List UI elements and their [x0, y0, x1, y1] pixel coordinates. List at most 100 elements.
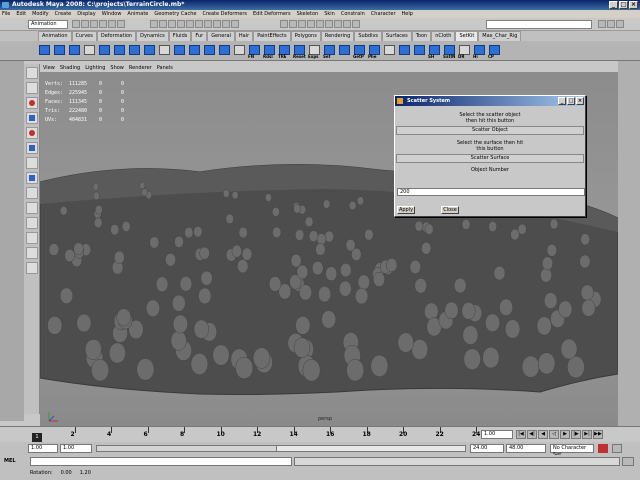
snap-curve-icon[interactable]: [289, 20, 297, 28]
viewport-menu-lighting[interactable]: Lighting: [85, 64, 105, 72]
dialog-minimize-button[interactable]: _: [558, 97, 566, 105]
animation-start-field[interactable]: 1.00: [28, 444, 58, 453]
shelf-button-icon[interactable]: Reset: [293, 44, 306, 59]
persp-outliner-layout-icon[interactable]: [26, 217, 38, 229]
shelf-button-icon[interactable]: Exps: [308, 44, 321, 59]
ipr-render-icon[interactable]: [343, 20, 351, 28]
shelf-tab-hair[interactable]: Hair: [234, 31, 254, 41]
close-window-button[interactable]: ×: [629, 1, 638, 9]
viewport-menu-renderer[interactable]: Renderer: [129, 64, 152, 72]
shelf-button-icon[interactable]: CP: [488, 44, 501, 59]
shelf-tab-general[interactable]: General: [207, 31, 235, 41]
menu-skeleton[interactable]: Skeleton: [297, 10, 319, 18]
persp-graph-layout-icon[interactable]: [26, 232, 38, 244]
go-to-start-icon[interactable]: |◀: [516, 430, 526, 439]
menu-window[interactable]: Window: [102, 10, 122, 18]
render-frame-icon[interactable]: [334, 20, 342, 28]
save-scene-icon[interactable]: [90, 20, 98, 28]
select-component-icon[interactable]: [117, 20, 125, 28]
current-frame-marker[interactable]: 1: [32, 433, 42, 442]
shelf-button-icon[interactable]: DR: [458, 44, 471, 59]
play-back-icon[interactable]: ◁: [549, 430, 559, 439]
menu-edit[interactable]: Edit: [16, 10, 26, 18]
last-tool-icon[interactable]: [26, 172, 38, 184]
shelf-button-icon[interactable]: [398, 44, 411, 58]
mask-misc-icon[interactable]: [213, 20, 221, 28]
shelf-button-icon[interactable]: [203, 44, 216, 58]
lasso-tool-icon[interactable]: [26, 82, 38, 94]
playback-end-field[interactable]: 24.00: [470, 444, 504, 453]
open-scene-icon[interactable]: [81, 20, 89, 28]
menu-character[interactable]: Character: [371, 10, 396, 18]
menu-edit-deformers[interactable]: Edit Deformers: [253, 10, 291, 18]
shelf-button-icon[interactable]: Rdsl: [263, 44, 276, 59]
highlight-selection-icon[interactable]: [231, 20, 239, 28]
menu-animate[interactable]: Animate: [127, 10, 148, 18]
dialog-title-bar[interactable]: Scatter System _ □ ×: [395, 96, 585, 106]
menu-geometry-cache[interactable]: Geometry Cache: [154, 10, 196, 18]
shelf-button-icon[interactable]: SH: [428, 44, 441, 59]
show-attribute-editor-icon[interactable]: [607, 20, 615, 28]
render-globals-icon[interactable]: [352, 20, 360, 28]
hypershade-layout-icon[interactable]: [26, 247, 38, 259]
manipulator-tool-icon[interactable]: [26, 157, 38, 169]
menu-set-dropdown[interactable]: Animation: [28, 20, 68, 29]
shelf-button-icon[interactable]: [413, 44, 426, 58]
mask-joints-icon[interactable]: [159, 20, 167, 28]
play-forward-icon[interactable]: ▶: [560, 430, 570, 439]
shelf-button-icon[interactable]: [83, 44, 96, 58]
rotate-tool-icon[interactable]: [26, 127, 38, 139]
viewport-menu-panels[interactable]: Panels: [157, 64, 173, 72]
menu-skin[interactable]: Skin: [324, 10, 335, 18]
shelf-tab-curves[interactable]: Curves: [71, 31, 97, 41]
shelf-button-icon[interactable]: Phe: [368, 44, 381, 59]
menu-display[interactable]: Display: [77, 10, 95, 18]
character-set-dropdown[interactable]: No Character Set: [550, 444, 594, 458]
single-layout-icon[interactable]: [26, 187, 38, 199]
lock-selection-icon[interactable]: [222, 20, 230, 28]
viewport-menu-view[interactable]: View: [43, 64, 55, 72]
step-back-key-icon[interactable]: ◀|: [527, 430, 537, 439]
shelf-tab-ncloth[interactable]: nCloth: [431, 31, 456, 41]
mask-render-icon[interactable]: [204, 20, 212, 28]
go-to-end-icon[interactable]: ▶▶: [593, 430, 603, 439]
mask-icon[interactable]: [150, 20, 158, 28]
mel-command-input[interactable]: [30, 457, 292, 466]
shelf-tab-polygons[interactable]: Polygons: [290, 31, 321, 41]
time-slider[interactable]: 2 4 6 8 10 12 14 16 18 20 22 24 1 1.00 |◀ ◀| ◀ ◁ ▶ …: [0, 426, 640, 442]
shelf-tab-max-char-rig[interactable]: Max_Char_Rig: [478, 31, 522, 41]
step-forward-key-icon[interactable]: ▶|: [582, 430, 592, 439]
step-back-icon[interactable]: ◀: [538, 430, 548, 439]
show-channel-box-icon[interactable]: [598, 20, 606, 28]
make-live-icon[interactable]: [316, 20, 324, 28]
shelf-button-icon[interactable]: [338, 44, 351, 58]
step-forward-icon[interactable]: |▶: [571, 430, 581, 439]
time-slider-track[interactable]: 2 4 6 8 10 12 14 16 18 20 22 24: [30, 427, 480, 443]
mask-deform-icon[interactable]: [186, 20, 194, 28]
dialog-close-icon[interactable]: ×: [576, 97, 584, 105]
close-button[interactable]: Close: [441, 206, 459, 214]
mask-surfaces-icon[interactable]: [177, 20, 185, 28]
menu-constrain[interactable]: Constrain: [341, 10, 365, 18]
select-object-icon[interactable]: [108, 20, 116, 28]
scatter-surface-button[interactable]: Scatter Surface: [396, 154, 584, 163]
minimize-button[interactable]: _: [609, 1, 618, 9]
shelf-button-icon[interactable]: [188, 44, 201, 58]
auto-key-icon[interactable]: [598, 444, 608, 453]
shelf-button-icon[interactable]: [53, 44, 66, 58]
viewport-menu-shading[interactable]: Shading: [60, 64, 80, 72]
apply-button[interactable]: Apply: [397, 206, 415, 214]
shelf-button-icon[interactable]: [158, 44, 171, 58]
shelf-button-icon[interactable]: FN: [248, 44, 261, 59]
quick-selection-field[interactable]: [486, 20, 592, 29]
shelf-button-icon[interactable]: [128, 44, 141, 58]
animation-end-field[interactable]: 48.00: [506, 444, 546, 453]
animation-preferences-icon[interactable]: [612, 444, 622, 453]
shelf-button-icon[interactable]: SatIN: [443, 44, 456, 59]
shelf-button-icon[interactable]: [38, 44, 51, 58]
shelf-button-icon[interactable]: GetP: [353, 44, 366, 59]
menu-file[interactable]: File: [2, 10, 10, 18]
mask-dynamics-icon[interactable]: [195, 20, 203, 28]
range-slider-handle[interactable]: [97, 446, 277, 451]
shelf-tab-fluids[interactable]: Fluids: [168, 31, 192, 41]
